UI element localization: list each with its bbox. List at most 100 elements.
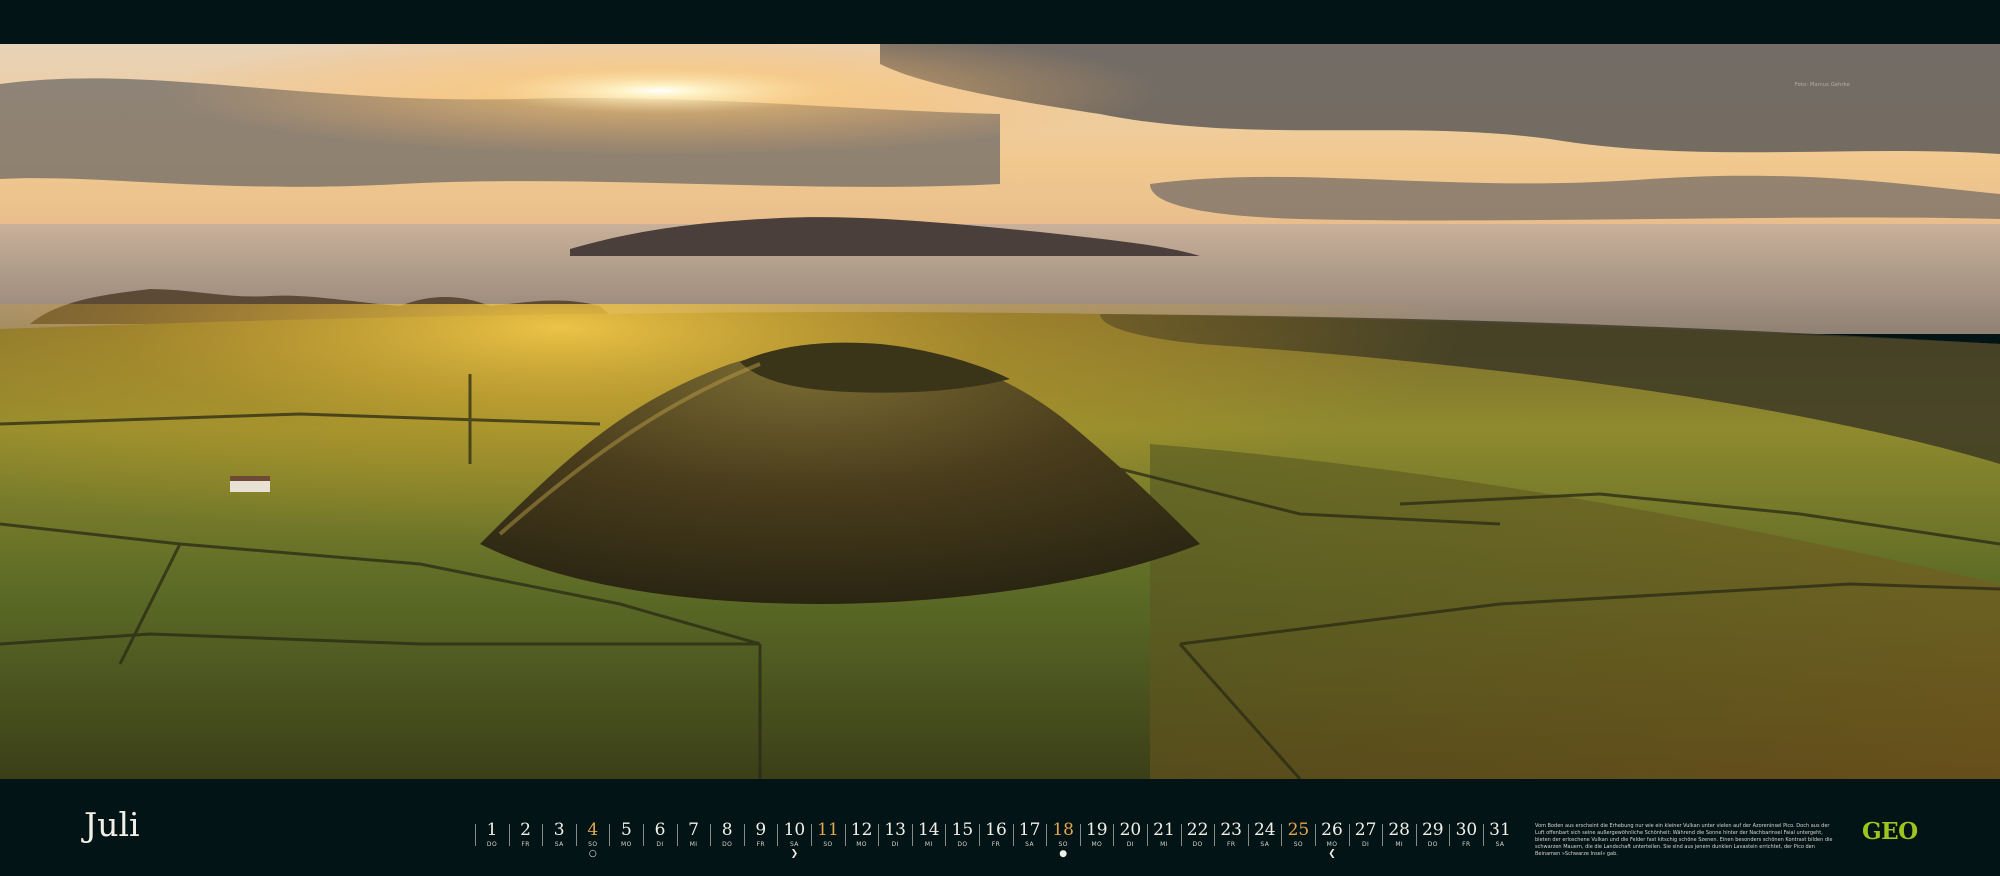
photo-credit: Foto: Marcus Gehrke	[1794, 82, 1850, 88]
day-number: 10	[783, 820, 806, 840]
weekday-label: SA	[1495, 841, 1505, 848]
day-cell-31: 31 SA	[1483, 820, 1517, 850]
day-cell-14: 14 MI	[912, 820, 946, 850]
weekday-label: SA	[554, 841, 564, 848]
weekday-label: FR	[1226, 841, 1236, 848]
day-separator	[643, 824, 644, 846]
weekday-label: MO	[856, 841, 867, 848]
weekday-label: DI	[891, 841, 899, 848]
moon-phase-icon: ❮	[1328, 849, 1336, 859]
day-number: 31	[1489, 820, 1511, 840]
weekday-label: DO	[957, 841, 968, 848]
day-separator	[1079, 824, 1081, 846]
day-separator	[1415, 824, 1417, 846]
day-separator	[811, 824, 812, 846]
day-separator	[911, 824, 913, 846]
day-number: 9	[755, 820, 767, 840]
day-number: 16	[985, 820, 1007, 840]
day-separator	[945, 824, 947, 846]
day-cell-29: 29 DO	[1416, 820, 1450, 850]
weekday-label: FR	[756, 841, 765, 848]
top-band	[0, 0, 2000, 44]
day-cell-2: 2 FR	[509, 820, 543, 850]
day-separator	[1483, 824, 1484, 846]
weekday-label: MI	[1395, 841, 1404, 848]
day-separator	[979, 824, 980, 846]
day-cell-24: 24 SA	[1248, 820, 1282, 850]
day-separator	[844, 824, 846, 846]
weekday-label: DO	[1427, 841, 1438, 848]
day-separator	[777, 824, 779, 846]
weekday-label: FR	[521, 841, 530, 848]
day-cell-26: 26 MO ❮	[1315, 820, 1349, 859]
day-separator	[475, 824, 476, 846]
day-cell-20: 20 DI	[1113, 820, 1147, 850]
moon-phase-icon: ❯	[790, 849, 799, 859]
weekday-label: SO	[1293, 841, 1304, 848]
day-cell-11: 11 SO	[811, 820, 845, 850]
day-separator	[710, 824, 712, 846]
day-number: 24	[1253, 820, 1276, 840]
day-number: 15	[951, 820, 974, 840]
day-number: 22	[1186, 820, 1209, 840]
weekday-label: MO	[1091, 841, 1103, 848]
day-cell-23: 23 FR	[1214, 820, 1248, 850]
day-separator	[1214, 824, 1216, 846]
day-number: 27	[1354, 820, 1377, 840]
weekday-label: DO	[486, 841, 498, 848]
day-number: 2	[520, 820, 531, 840]
day-number: 4	[587, 820, 599, 840]
weekday-label: MI	[1160, 841, 1168, 848]
day-number: 13	[884, 820, 906, 840]
weekday-label: DO	[1192, 841, 1203, 848]
landscape-photo: Foto: Marcus Gehrke	[0, 44, 2000, 779]
photo-description: Vom Boden aus erscheint die Erhebung nur…	[1535, 823, 1833, 857]
day-cell-9: 9 FR	[744, 820, 778, 850]
day-cell-1: 1 DO	[475, 820, 509, 850]
day-cell-21: 21 MI	[1147, 820, 1181, 850]
day-cell-18: 18 SO ●	[1046, 820, 1080, 859]
day-number: 19	[1085, 820, 1108, 840]
month-title: Juli	[84, 805, 140, 844]
day-number: 3	[553, 820, 565, 840]
day-cell-3: 3 SA	[542, 820, 576, 850]
day-separator	[1247, 824, 1249, 846]
day-cell-19: 19 MO	[1080, 820, 1114, 850]
weekday-label: MO	[621, 841, 632, 848]
day-number: 25	[1287, 820, 1310, 840]
day-cell-25: 25 SO	[1281, 820, 1315, 850]
day-number: 1	[486, 820, 498, 840]
day-number: 5	[620, 820, 632, 840]
day-separator	[542, 824, 544, 846]
weekday-label: SA	[1260, 841, 1270, 848]
weekday-label: SO	[823, 841, 833, 848]
day-separator	[1012, 824, 1014, 846]
day-separator	[676, 824, 678, 846]
day-cell-28: 28 MI	[1382, 820, 1416, 850]
day-separator	[575, 824, 577, 846]
geo-logo: GEO	[1862, 818, 1918, 845]
day-separator	[1382, 824, 1384, 846]
day-separator	[508, 824, 510, 846]
day-number: 14	[917, 820, 940, 840]
weekday-label: DO	[722, 841, 733, 848]
day-cell-6: 6 DI	[643, 820, 677, 850]
moon-phase-icon: ○	[588, 849, 597, 859]
weekday-label: DI	[1361, 841, 1370, 848]
day-separator	[1348, 824, 1350, 846]
moon-phase-icon: ●	[1059, 849, 1068, 859]
day-cell-8: 8 DO	[710, 820, 744, 850]
weekday-label: MI	[689, 841, 698, 848]
day-separator	[1113, 824, 1115, 846]
day-number: 11	[817, 820, 839, 840]
day-cell-30: 30 FR	[1449, 820, 1483, 850]
day-cell-4: 4 SO ○	[576, 820, 610, 859]
day-separator	[1147, 824, 1148, 846]
day-number: 28	[1388, 820, 1410, 840]
day-separator	[743, 824, 745, 846]
weekday-label: FR	[991, 841, 1001, 848]
day-cell-22: 22 DO	[1181, 820, 1215, 850]
day-number: 21	[1153, 820, 1175, 840]
day-cell-12: 12 MO	[845, 820, 879, 850]
day-separator	[1281, 824, 1283, 846]
